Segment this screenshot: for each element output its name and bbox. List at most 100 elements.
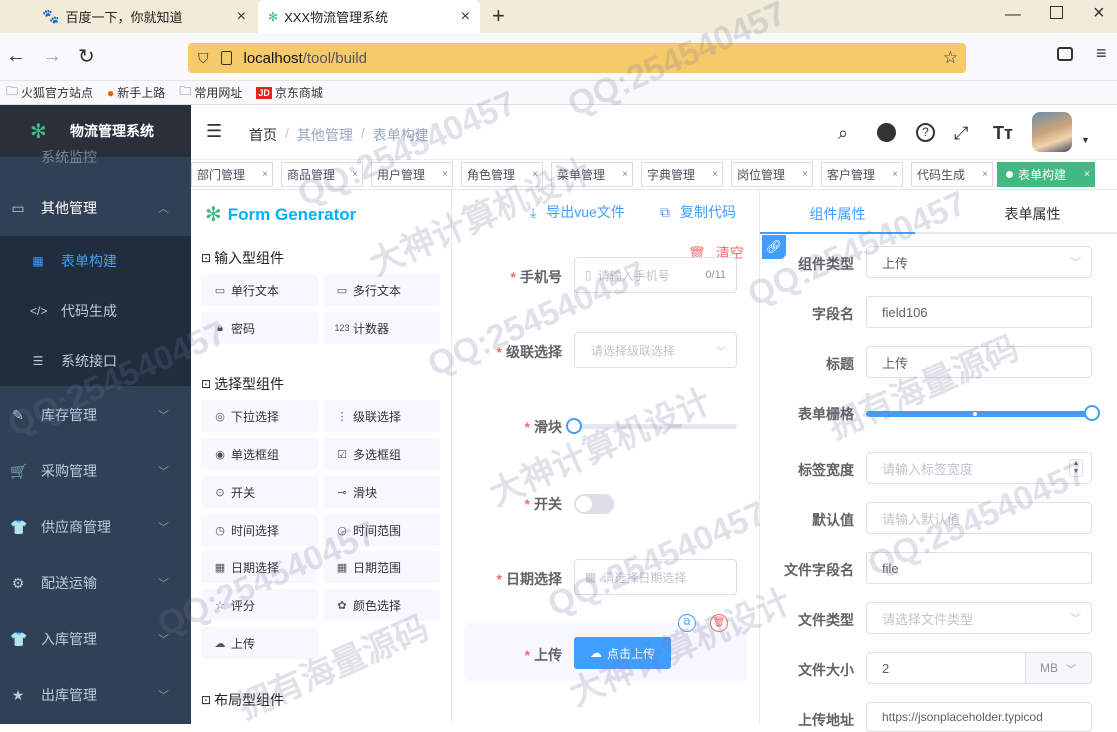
default-value-input[interactable]: 请输入默认值 xyxy=(866,502,1092,534)
tag-close-icon[interactable]: × xyxy=(262,169,268,180)
component-item[interactable]: 123 计数器 xyxy=(323,312,440,344)
tag-close-icon[interactable]: × xyxy=(982,169,988,180)
component-item[interactable]: ▦ 日期选择 xyxy=(201,551,318,583)
component-item[interactable]: ◎ 下拉选择 xyxy=(201,400,318,432)
component-item[interactable]: ☑ 多选框组 xyxy=(323,438,440,470)
component-item[interactable]: ◉ 单选框组 xyxy=(201,438,318,470)
upload-url-input[interactable]: https://jsonplaceholder.typicod xyxy=(866,702,1092,732)
bookmark-jd[interactable]: JD 京东商城 xyxy=(256,84,323,101)
tag-user[interactable]: 用户管理 × xyxy=(371,162,453,187)
tab-component-props[interactable]: 组件属性 xyxy=(760,204,915,224)
date-input[interactable]: ▦ 请选择日期选择 xyxy=(574,559,737,595)
fullscreen-icon[interactable]: ⤢ xyxy=(954,123,968,144)
component-item[interactable]: ☆ 评分 xyxy=(201,589,318,621)
avatar[interactable] xyxy=(1032,112,1072,152)
sidebar-subitem-form-build[interactable]: ▦ 表单构建 xyxy=(0,236,191,286)
font-size-icon[interactable]: Tт xyxy=(993,123,1013,144)
close-window-icon[interactable]: × xyxy=(1093,2,1105,25)
tab-form-props[interactable]: 表单属性 xyxy=(955,204,1110,224)
field-name-input[interactable]: field106 xyxy=(866,296,1092,328)
sidebar-item-other[interactable]: ▭ 其他管理 ︿ xyxy=(0,180,191,236)
bookmark-firefox[interactable]: 🗀 火狐官方站点 xyxy=(6,82,93,103)
bookmark-star-icon[interactable]: ☆ xyxy=(943,48,958,68)
delete-icon[interactable]: 🗑︎ xyxy=(710,614,728,632)
label-width-input[interactable]: 请输入标签宽度 ▲ ▼ xyxy=(866,452,1092,484)
tag-close-icon[interactable]: × xyxy=(1084,169,1090,180)
breadcrumb-home[interactable]: 首页 xyxy=(249,125,277,145)
menu-icon[interactable]: ≡ xyxy=(1096,43,1107,64)
file-size-input[interactable]: 2 xyxy=(866,652,1026,684)
minimize-icon[interactable]: — xyxy=(1005,6,1021,24)
pocket-icon[interactable] xyxy=(1057,47,1073,61)
back-icon[interactable]: ← xyxy=(6,45,26,68)
component-type-select[interactable]: 上传 ﹀ xyxy=(866,246,1092,278)
question-icon[interactable]: ? xyxy=(916,123,935,142)
file-size-unit-select[interactable]: MB ﹀ xyxy=(1026,652,1092,684)
tag-close-icon[interactable]: × xyxy=(892,169,898,180)
sidebar-item-supplier[interactable]: 👕 供应商管理 ﹀ xyxy=(0,499,191,555)
copy-code-button[interactable]: ⧉ 复制代码 xyxy=(660,202,736,222)
switch-toggle[interactable] xyxy=(574,494,614,514)
browser-tab-baidu[interactable]: 🐾 百度一下，你就知道 × xyxy=(32,0,256,33)
component-item[interactable]: ⊸ 滑块 xyxy=(323,476,440,508)
shield-icon[interactable]: ⛉ xyxy=(198,50,209,67)
tag-close-icon[interactable]: × xyxy=(442,169,448,180)
close-tab-icon[interactable]: × xyxy=(237,8,246,26)
tag-close-icon[interactable]: × xyxy=(802,169,808,180)
tag-customer[interactable]: 客户管理 × xyxy=(821,162,903,187)
component-item[interactable]: ⊙ 开关 xyxy=(201,476,318,508)
title-input[interactable]: 上传 xyxy=(866,346,1092,378)
tag-post[interactable]: 岗位管理 × xyxy=(731,162,813,187)
search-icon[interactable]: ⌕ xyxy=(838,123,848,144)
tag-close-icon[interactable]: × xyxy=(352,169,358,180)
tag-dept[interactable]: 部门管理 × xyxy=(191,162,273,187)
sidebar-subitem-api[interactable]: ☰ 系统接口 xyxy=(0,336,191,386)
component-item[interactable]: 🔒︎ 密码 xyxy=(201,312,318,344)
bookmark-getting-started[interactable]: ● 新手上路 xyxy=(107,84,165,101)
browser-tab-logistics[interactable]: ✻ XXX物流管理系统 × xyxy=(258,0,480,33)
duplicate-icon[interactable]: ⧉ xyxy=(678,614,696,632)
tag-codegen[interactable]: 代码生成 × xyxy=(911,162,993,187)
url-bar[interactable]: ⛉ localhost/tool/build ☆ xyxy=(188,43,966,73)
bookmark-common[interactable]: 🗀 常用网址 xyxy=(179,82,242,103)
component-item[interactable]: ☁ 上传 xyxy=(201,627,318,659)
component-item[interactable]: ▦ 日期范围 xyxy=(323,551,440,583)
caret-down-icon[interactable]: ▼ xyxy=(1081,135,1090,145)
sidebar-subitem-codegen[interactable]: </> 代码生成 xyxy=(0,286,191,336)
forward-icon[interactable]: → xyxy=(42,45,62,68)
cascader-input[interactable]: 请选择级联选择 ﹀ xyxy=(574,332,737,368)
sidebar-item-delivery[interactable]: ⚙ 配送运输 ﹀ xyxy=(0,555,191,611)
component-item[interactable]: ◷ 时间选择 xyxy=(201,514,318,546)
sidebar-item-inbound[interactable]: 👕 入库管理 ﹀ xyxy=(0,611,191,667)
export-vue-button[interactable]: ⤓ 导出vue文件 xyxy=(530,202,625,222)
stepper-icon[interactable]: ▲ ▼ xyxy=(1069,459,1083,477)
file-type-select[interactable]: 请选择文件类型 ﹀ xyxy=(866,602,1092,634)
new-tab-button[interactable]: + xyxy=(492,3,505,29)
file-field-input[interactable]: file xyxy=(866,552,1092,584)
component-item[interactable]: ⋮ 级联选择 xyxy=(323,400,440,432)
sidebar-item-partial[interactable]: 系统监控 xyxy=(41,147,97,167)
tag-close-icon[interactable]: × xyxy=(532,169,538,180)
close-tab-icon[interactable]: × xyxy=(461,8,470,26)
phone-input[interactable]: ▯ 请输入手机号 0/11 xyxy=(574,257,737,293)
reload-icon[interactable]: ↻ xyxy=(78,44,95,69)
tag-close-icon[interactable]: × xyxy=(622,169,628,180)
grid-slider-handle[interactable] xyxy=(1084,405,1100,421)
hamburger-icon[interactable]: ☰ xyxy=(206,121,222,142)
slider-track[interactable] xyxy=(574,424,737,429)
tag-role[interactable]: 角色管理 × xyxy=(461,162,543,187)
tag-goods[interactable]: 商品管理 × xyxy=(281,162,363,187)
sidebar-item-purchase[interactable]: 🛒 采购管理 ﹀ xyxy=(0,443,191,499)
slider-handle[interactable] xyxy=(566,418,582,434)
sidebar-item-inventory[interactable]: ✎ 库存管理 ﹀ xyxy=(0,387,191,443)
tag-form-build[interactable]: 表单构建 × xyxy=(997,162,1095,187)
sidebar-item-outbound[interactable]: ★ 出库管理 ﹀ xyxy=(0,667,191,723)
upload-button[interactable]: ☁ 点击上传 xyxy=(574,637,671,669)
tag-close-icon[interactable]: × xyxy=(712,169,718,180)
tag-menu[interactable]: 菜单管理 × xyxy=(551,162,633,187)
github-icon[interactable] xyxy=(877,123,896,142)
component-item[interactable]: ▭ 多行文本 xyxy=(323,274,440,306)
component-item[interactable]: ✿ 颜色选择 xyxy=(323,589,440,621)
grid-slider-track[interactable] xyxy=(866,411,1092,417)
component-item[interactable]: ▭ 单行文本 xyxy=(201,274,318,306)
